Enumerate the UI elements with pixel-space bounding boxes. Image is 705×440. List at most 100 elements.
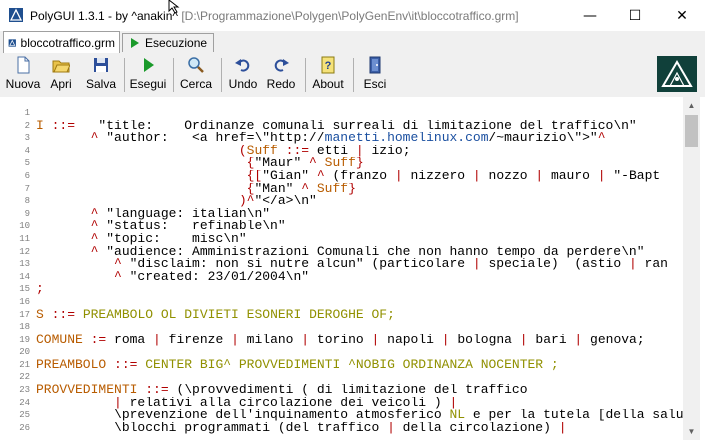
tab-esecuzione[interactable]: Esecuzione bbox=[122, 33, 214, 52]
code-line[interactable]: 14 ^ "created: 23/01/2004\n" bbox=[0, 271, 683, 284]
about-button[interactable]: ? About bbox=[310, 56, 346, 94]
code-token: | bbox=[153, 333, 161, 347]
code-text: ^ "topic: misc\n" bbox=[36, 233, 247, 246]
tab-esecuzione-label: Esecuzione bbox=[145, 36, 208, 50]
code-token: ^ bbox=[36, 132, 99, 145]
code-token: I bbox=[36, 119, 44, 133]
open-button[interactable]: Apri bbox=[46, 56, 76, 94]
code-token: "disclaim: non si nutre alcun" (particol… bbox=[121, 258, 473, 271]
code-token: CENTER BIG^ PROVVEDIMENTI ^NOBIG ORDINAN… bbox=[137, 358, 559, 372]
code-token: ^ bbox=[309, 157, 317, 170]
code-token: "audience: Amministrazioni Comunali che … bbox=[98, 245, 645, 259]
tab-grammar-file[interactable]: bloccotraffico.grm bbox=[3, 31, 120, 53]
code-token: NL bbox=[449, 409, 466, 422]
line-number: 17 bbox=[19, 309, 30, 320]
code-line[interactable]: 22 bbox=[0, 371, 683, 384]
close-button[interactable]: ✕ bbox=[659, 0, 705, 31]
line-number: 9 bbox=[24, 208, 30, 219]
toolbar-separator bbox=[353, 58, 354, 92]
code-token: ^ bbox=[36, 232, 99, 246]
code-line[interactable]: 4 (Suff ::= etti | izio; bbox=[0, 145, 683, 158]
code-token: ^ bbox=[316, 169, 325, 183]
scroll-up-icon[interactable]: ▲ bbox=[683, 97, 700, 114]
tab-grammar-file-label: bloccotraffico.grm bbox=[20, 35, 115, 50]
code-text: | relativi alla circolazione dei veicoli… bbox=[36, 397, 457, 410]
code-line[interactable]: 19 COMUNE := roma | firenze | milano | to… bbox=[0, 334, 683, 347]
code-token: ran bbox=[636, 258, 668, 271]
exit-door-icon bbox=[369, 56, 381, 74]
code-line[interactable]: 17 S ::= PREAMBOLO OL DIVIETI ESONERI DER… bbox=[0, 309, 683, 322]
code-token: "title: Ordinanze comunali surreali di l… bbox=[75, 119, 637, 133]
save-button[interactable]: Salva bbox=[84, 56, 118, 94]
grammar-file-icon bbox=[8, 38, 16, 47]
title-app: PolyGUI 1.3.1 - by ^anakin^ bbox=[30, 9, 178, 23]
code-token: ^ bbox=[36, 270, 122, 284]
line-number: 26 bbox=[19, 422, 30, 433]
toolbar-separator bbox=[305, 58, 306, 92]
code-token: milano bbox=[238, 333, 302, 347]
code-line[interactable]: 24 | relativi alla circolazione dei veic… bbox=[0, 397, 683, 410]
run-button[interactable]: Esegui bbox=[129, 56, 167, 94]
mouse-pointer-icon bbox=[168, 0, 180, 14]
code-token: "created: 23/01/2004\n" bbox=[121, 270, 310, 284]
open-label: Apri bbox=[50, 77, 72, 91]
code-line[interactable]: 23 PROVVEDIMENTI ::= (\provvedimenti ( di… bbox=[0, 384, 683, 397]
exit-button[interactable]: Esci bbox=[360, 56, 390, 94]
search-button[interactable]: Cerca bbox=[178, 56, 214, 94]
code-line[interactable]: 6 {["Gian" ^ (franzo | nizzero | nozzo |… bbox=[0, 170, 683, 183]
code-token: "status: refinable\n" bbox=[98, 220, 286, 233]
code-line[interactable]: 7 {"Man" ^ Suff} bbox=[0, 183, 683, 196]
code-token: bologna bbox=[449, 333, 520, 347]
undo-arrow-icon bbox=[235, 59, 250, 72]
code-token: | bbox=[519, 333, 528, 347]
undo-button[interactable]: Undo bbox=[227, 56, 259, 94]
code-text: COMUNE := roma | firenze | milano | tori… bbox=[36, 334, 645, 347]
code-line[interactable]: 21 PREAMBOLO ::= CENTER BIG^ PROVVEDIMENT… bbox=[0, 359, 683, 372]
line-number: 12 bbox=[19, 246, 30, 257]
polygen-logo-icon bbox=[661, 60, 693, 87]
code-line[interactable]: 10 ^ "status: refinable\n" bbox=[0, 220, 683, 233]
scroll-down-icon[interactable]: ▼ bbox=[683, 423, 700, 440]
code-token: | bbox=[449, 396, 458, 410]
code-line[interactable]: 20 bbox=[0, 346, 683, 359]
code-line[interactable]: 18 bbox=[0, 321, 683, 334]
minimize-button[interactable]: — bbox=[567, 0, 613, 31]
line-number: 6 bbox=[24, 170, 30, 181]
code-token: ( bbox=[36, 144, 247, 158]
code-line[interactable]: 12 ^ "audience: Amministrazioni Comunali… bbox=[0, 246, 683, 259]
code-token: \blocchi programmati (del traffico bbox=[36, 421, 388, 435]
code-line[interactable]: 1 bbox=[0, 107, 683, 120]
code-line[interactable]: 8 )^"</a>\n" bbox=[0, 195, 683, 208]
code-text: ; bbox=[36, 283, 44, 296]
code-line[interactable]: 25 \prevenzione dell'inquinamento atmosf… bbox=[0, 409, 683, 422]
line-number: 15 bbox=[19, 284, 30, 295]
code-line[interactable]: 9 ^ "language: italian\n" bbox=[0, 208, 683, 221]
code-token: relativi alla circolazione dei veicoli ) bbox=[121, 396, 450, 410]
code-line[interactable]: 3 ^ "author: <a href=\"http://manetti.ho… bbox=[0, 132, 683, 145]
vertical-scrollbar[interactable]: ▲ ▼ bbox=[683, 97, 700, 440]
code-text: (Suff ::= etti | izio; bbox=[36, 145, 411, 158]
scroll-thumb[interactable] bbox=[685, 115, 698, 147]
code-line[interactable]: 15; bbox=[0, 283, 683, 296]
redo-button[interactable]: Redo bbox=[265, 56, 297, 94]
line-number: 20 bbox=[19, 347, 30, 358]
code-line[interactable]: 11 ^ "topic: misc\n" bbox=[0, 233, 683, 246]
code-token: genova; bbox=[582, 333, 645, 347]
code-line[interactable]: 5 {"Maur" ^ Suff} bbox=[0, 157, 683, 170]
code-text: ^ "author: <a href=\"http://manetti.home… bbox=[36, 132, 606, 145]
new-button[interactable]: Nuova bbox=[6, 56, 40, 94]
code-editor[interactable]: 12I ::= "title: Ordinanze comunali surre… bbox=[0, 97, 705, 440]
polygui-app-icon[interactable] bbox=[8, 7, 24, 23]
code-line[interactable]: 26 \blocchi programmati (del traffico | … bbox=[0, 422, 683, 435]
code-line[interactable]: 2I ::= "title: Ordinanze comunali surrea… bbox=[0, 120, 683, 133]
maximize-button[interactable]: ☐ bbox=[612, 0, 658, 31]
code-token: firenze bbox=[160, 333, 232, 347]
code-token: e per la tutela [della salu bbox=[465, 409, 683, 422]
toolbar-separator bbox=[173, 58, 174, 92]
code-token: | bbox=[441, 333, 450, 347]
code-line[interactable]: 13 ^ "disclaim: non si nutre alcun" (par… bbox=[0, 258, 683, 271]
code-text: {"Maur" ^ Suff} bbox=[36, 157, 364, 170]
code-token: ^ bbox=[301, 182, 310, 196]
code-line[interactable]: 16 bbox=[0, 296, 683, 309]
code-token: (franzo bbox=[324, 169, 395, 183]
